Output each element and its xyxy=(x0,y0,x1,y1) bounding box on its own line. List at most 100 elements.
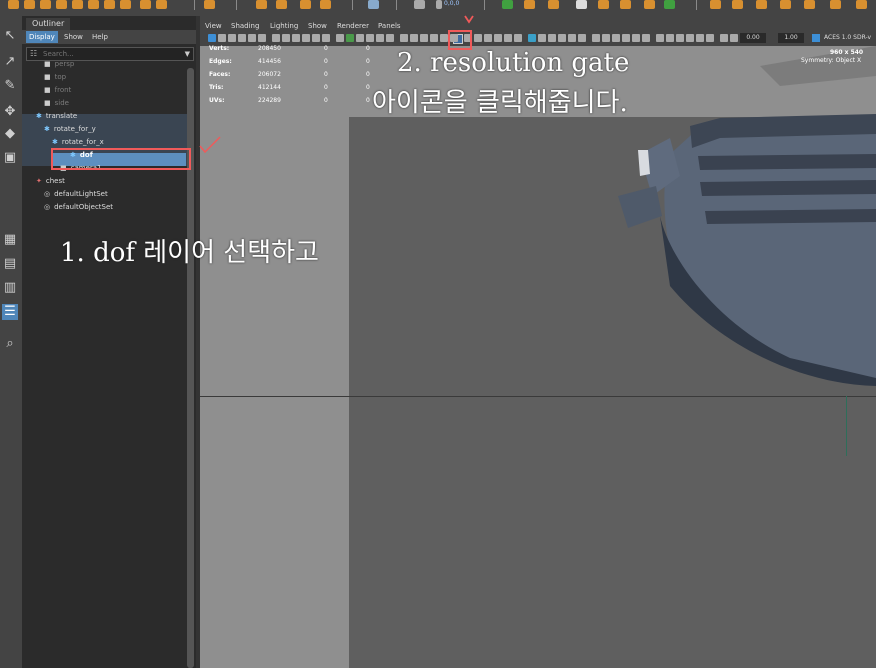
scale-tool-icon[interactable]: ▣ xyxy=(2,150,18,166)
viewport-tool-icon[interactable] xyxy=(578,34,586,42)
viewport-tool-icon[interactable] xyxy=(602,34,610,42)
shelf-icon[interactable] xyxy=(644,0,655,9)
select-tool-icon[interactable]: ↖ xyxy=(2,28,18,44)
paint-tool-icon[interactable]: ✎ xyxy=(2,78,18,94)
shelf-icon[interactable] xyxy=(156,0,167,9)
shelf-icon[interactable] xyxy=(830,0,841,9)
shelf-icon[interactable] xyxy=(856,0,867,9)
viewport-tool-icon[interactable] xyxy=(420,34,428,42)
viewport-tool-icon[interactable] xyxy=(696,34,704,42)
viewport-tool-icon[interactable] xyxy=(356,34,364,42)
shelf-icon[interactable] xyxy=(368,0,379,9)
outliner-row[interactable]: ✦ chest xyxy=(36,175,65,188)
colorspace-icon[interactable] xyxy=(812,34,820,42)
viewport-tool-icon[interactable] xyxy=(366,34,374,42)
move-tool-icon[interactable]: ✥ xyxy=(2,104,18,120)
menu-shading[interactable]: Shading xyxy=(231,20,259,32)
viewport-tool-icon[interactable] xyxy=(666,34,674,42)
shelf-icon[interactable] xyxy=(620,0,631,9)
menu-help[interactable]: Help xyxy=(92,31,108,43)
viewport-tool-icon[interactable] xyxy=(322,34,330,42)
shelf-icon[interactable] xyxy=(780,0,791,9)
outliner-layout-icon[interactable]: ☰ xyxy=(2,304,18,320)
viewport-tool-icon[interactable] xyxy=(528,34,536,42)
layout-icon[interactable]: ▥ xyxy=(2,280,18,296)
outliner-row[interactable]: ◎ defaultObjectSet xyxy=(44,201,113,214)
viewport-tool-icon[interactable] xyxy=(346,34,354,42)
shelf-icon[interactable] xyxy=(24,0,35,9)
viewport-tool-icon[interactable] xyxy=(336,34,344,42)
outliner-row[interactable]: ✱ translate xyxy=(36,110,77,123)
rotate-tool-icon[interactable]: ◆ xyxy=(2,126,18,142)
outliner-row[interactable]: ■ front xyxy=(44,84,71,97)
viewport-tool-icon[interactable] xyxy=(642,34,650,42)
shelf-icon[interactable] xyxy=(56,0,67,9)
viewport[interactable]: Verts: 208450 0 0 Edges: 414456 0 0 Faces: 206072… xyxy=(200,45,876,668)
outliner-row[interactable]: ■ top xyxy=(44,71,66,84)
menu-view[interactable]: View xyxy=(205,20,222,32)
menu-show[interactable]: Show xyxy=(64,31,83,43)
viewport-tool-icon[interactable] xyxy=(612,34,620,42)
menu-renderer[interactable]: Renderer xyxy=(337,20,369,32)
outliner-tab[interactable]: Outliner xyxy=(26,18,71,30)
menu-panels[interactable]: Panels xyxy=(378,20,401,32)
layout-icon[interactable]: ▦ xyxy=(2,232,18,248)
field-b[interactable]: 1.00 xyxy=(778,33,804,43)
search-icon[interactable]: ⌕ xyxy=(2,336,18,352)
shelf-icon[interactable] xyxy=(40,0,51,9)
layout-icon[interactable]: ▤ xyxy=(2,256,18,272)
shelf-icon[interactable] xyxy=(8,0,19,9)
shelf-icon[interactable] xyxy=(502,0,513,9)
viewport-tool-icon[interactable] xyxy=(706,34,714,42)
shelf-icon[interactable] xyxy=(710,0,721,9)
viewport-tool-icon[interactable] xyxy=(720,34,728,42)
viewport-tool-icon[interactable] xyxy=(440,34,448,42)
menu-display[interactable]: Display xyxy=(26,31,58,43)
colorspace-dropdown[interactable]: ACES 1.0 SDR-v xyxy=(824,33,871,43)
viewport-tool-icon[interactable] xyxy=(228,34,236,42)
viewport-tool-icon[interactable] xyxy=(430,34,438,42)
viewport-tool-icon[interactable] xyxy=(400,34,408,42)
viewport-tool-icon[interactable] xyxy=(258,34,266,42)
shelf-icon[interactable] xyxy=(204,0,215,9)
viewport-tool-icon[interactable] xyxy=(386,34,394,42)
shelf-icon[interactable] xyxy=(436,0,442,9)
field-a[interactable]: 0.00 xyxy=(740,33,766,43)
shelf-icon[interactable] xyxy=(664,0,675,9)
shelf-icon[interactable] xyxy=(72,0,83,9)
shelf-icon[interactable] xyxy=(256,0,267,9)
viewport-tool-icon[interactable] xyxy=(302,34,310,42)
viewport-tool-icon[interactable] xyxy=(632,34,640,42)
outliner-row[interactable]: ■ side xyxy=(44,97,69,110)
shelf-icon[interactable] xyxy=(598,0,609,9)
shelf-icon[interactable] xyxy=(276,0,287,9)
viewport-tool-icon[interactable] xyxy=(292,34,300,42)
shelf-icon[interactable] xyxy=(88,0,99,9)
shelf-icon[interactable] xyxy=(104,0,115,9)
shelf-icon[interactable] xyxy=(548,0,559,9)
outliner-row[interactable]: ◎ defaultLightSet xyxy=(44,188,108,201)
dropdown-arrow-icon[interactable]: ▼ xyxy=(185,48,190,60)
viewport-tool-icon[interactable] xyxy=(514,34,522,42)
viewport-tool-icon[interactable] xyxy=(730,34,738,42)
lasso-tool-icon[interactable]: ↗ xyxy=(2,54,18,70)
viewport-tool-icon[interactable] xyxy=(282,34,290,42)
shelf-icon[interactable] xyxy=(414,0,425,9)
menu-show[interactable]: Show xyxy=(308,20,327,32)
outliner-row[interactable]: ■ persp xyxy=(44,58,74,71)
viewport-tool-icon[interactable] xyxy=(548,34,556,42)
viewport-tool-icon[interactable] xyxy=(504,34,512,42)
viewport-tool-icon[interactable] xyxy=(218,34,226,42)
menu-lighting[interactable]: Lighting xyxy=(270,20,298,32)
viewport-tool-icon[interactable] xyxy=(484,34,492,42)
viewport-tool-icon[interactable] xyxy=(568,34,576,42)
filter-icon[interactable]: ☷ xyxy=(30,48,37,60)
viewport-tool-icon[interactable] xyxy=(538,34,546,42)
viewport-tool-icon[interactable] xyxy=(208,34,216,42)
viewport-tool-icon[interactable] xyxy=(312,34,320,42)
outliner-row[interactable]: ✱ rotate_for_y xyxy=(44,123,96,136)
viewport-tool-icon[interactable] xyxy=(656,34,664,42)
shelf-icon[interactable] xyxy=(320,0,331,9)
shelf-icon[interactable] xyxy=(576,0,587,9)
viewport-tool-icon[interactable] xyxy=(272,34,280,42)
